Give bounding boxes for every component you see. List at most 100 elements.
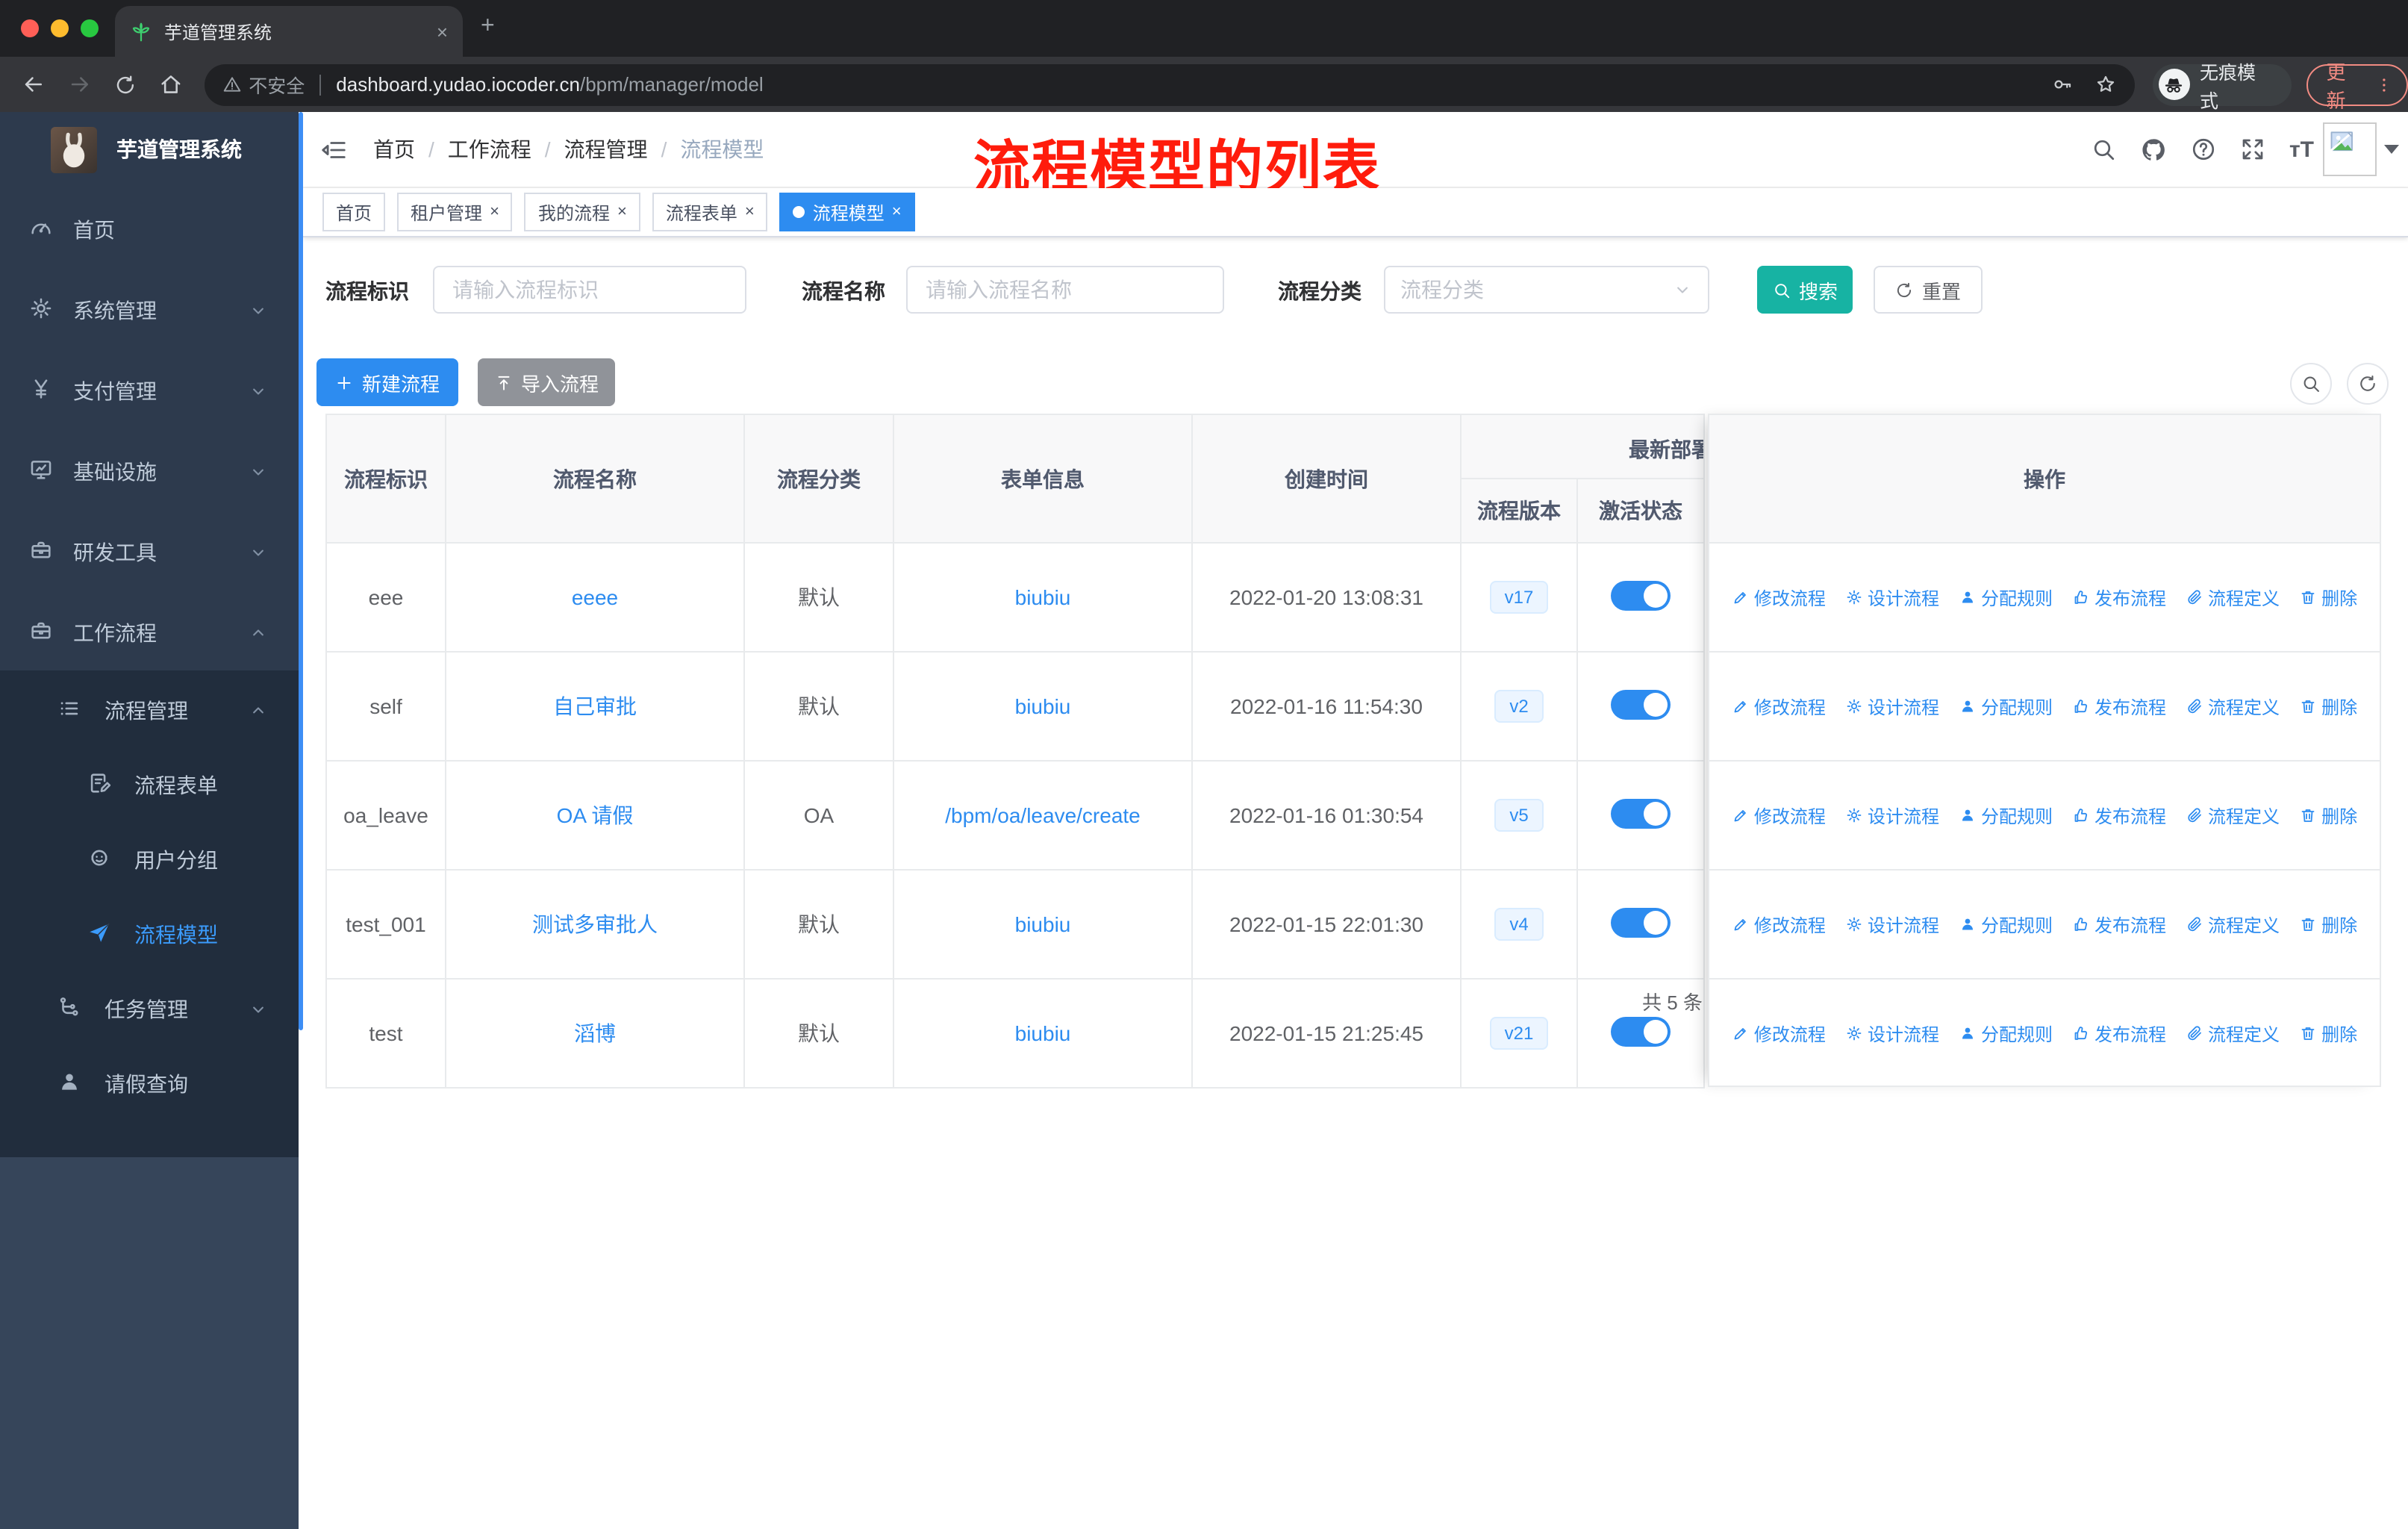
action-删除[interactable]: 删除 — [2299, 803, 2357, 828]
active-toggle[interactable] — [1611, 907, 1671, 937]
browser-tab[interactable]: 芋道管理系统 × — [115, 6, 463, 57]
action-设计流程[interactable]: 设计流程 — [1845, 1021, 1939, 1046]
sidebar-item-用户分组[interactable]: 用户分组 — [0, 820, 299, 894]
action-发布流程[interactable]: 发布流程 — [2072, 912, 2166, 937]
create-process-button[interactable]: 新建流程 — [316, 358, 458, 406]
bookmark-star-icon[interactable] — [2094, 73, 2116, 96]
back-icon[interactable] — [21, 72, 46, 97]
minimize-window-button[interactable] — [51, 19, 69, 37]
form-info-link[interactable]: biubiu — [1015, 912, 1071, 936]
tag-流程表单[interactable]: 流程表单 × — [652, 193, 768, 231]
action-删除[interactable]: 删除 — [2299, 585, 2357, 610]
help-icon[interactable] — [2191, 136, 2218, 163]
font-size-icon[interactable]: ᴛT — [2289, 137, 2314, 162]
sidebar-item-支付管理[interactable]: 支付管理 — [0, 348, 299, 429]
import-process-button[interactable]: 导入流程 — [478, 358, 615, 406]
form-info-link[interactable]: biubiu — [1015, 585, 1071, 609]
action-流程定义[interactable]: 流程定义 — [2186, 585, 2280, 610]
reset-button[interactable]: 重置 — [1874, 266, 1983, 314]
tag-流程模型[interactable]: 流程模型 × — [779, 193, 915, 231]
forward-icon[interactable] — [67, 72, 93, 97]
action-分配规则[interactable]: 分配规则 — [1959, 803, 2053, 828]
action-设计流程[interactable]: 设计流程 — [1845, 585, 1939, 610]
action-发布流程[interactable]: 发布流程 — [2072, 694, 2166, 719]
filter-id-input[interactable] — [433, 266, 746, 314]
active-toggle[interactable] — [1611, 689, 1671, 719]
menu-dots-icon[interactable] — [2374, 74, 2395, 95]
action-修改流程[interactable]: 修改流程 — [1732, 912, 1826, 937]
fullscreen-icon[interactable] — [2240, 136, 2267, 163]
show-search-toggle-button[interactable] — [2290, 363, 2332, 405]
reload-icon[interactable] — [113, 72, 137, 96]
filter-category-select[interactable]: 流程分类 — [1384, 266, 1709, 314]
home-icon[interactable] — [157, 72, 183, 97]
action-分配规则[interactable]: 分配规则 — [1959, 912, 2053, 937]
sidebar-item-流程表单[interactable]: 流程表单 — [0, 745, 299, 820]
process-name-link[interactable]: 测试多审批人 — [532, 912, 658, 936]
sidebar-item-工作流程[interactable]: 工作流程 — [0, 590, 299, 670]
process-name-link[interactable]: 自己审批 — [553, 694, 637, 718]
action-修改流程[interactable]: 修改流程 — [1732, 1021, 1826, 1046]
action-流程定义[interactable]: 流程定义 — [2186, 803, 2280, 828]
action-修改流程[interactable]: 修改流程 — [1732, 585, 1826, 610]
sidebar-item-系统管理[interactable]: 系统管理 — [0, 267, 299, 348]
action-发布流程[interactable]: 发布流程 — [2072, 803, 2166, 828]
action-设计流程[interactable]: 设计流程 — [1845, 803, 1939, 828]
sidebar-item-请假查询[interactable]: 请假查询 — [0, 1044, 299, 1118]
action-设计流程[interactable]: 设计流程 — [1845, 912, 1939, 937]
active-toggle[interactable] — [1611, 580, 1671, 610]
action-分配规则[interactable]: 分配规则 — [1959, 1021, 2053, 1046]
refresh-table-button[interactable] — [2347, 363, 2389, 405]
close-tab-icon[interactable]: × — [437, 20, 448, 43]
action-发布流程[interactable]: 发布流程 — [2072, 585, 2166, 610]
header-search-icon[interactable] — [2091, 136, 2118, 163]
collapse-sidebar-icon[interactable] — [319, 136, 348, 164]
user-avatar[interactable] — [2323, 122, 2377, 176]
security-status[interactable]: 不安全 — [222, 70, 305, 99]
tag-租户管理[interactable]: 租户管理 × — [397, 193, 513, 231]
close-tag-icon[interactable]: × — [617, 203, 627, 221]
sidebar-item-基础设施[interactable]: 基础设施 — [0, 429, 299, 509]
action-流程定义[interactable]: 流程定义 — [2186, 1021, 2280, 1046]
action-流程定义[interactable]: 流程定义 — [2186, 912, 2280, 937]
action-删除[interactable]: 删除 — [2299, 694, 2357, 719]
close-window-button[interactable] — [21, 19, 39, 37]
search-button[interactable]: 搜索 — [1757, 266, 1853, 314]
close-tag-icon[interactable]: × — [490, 203, 499, 221]
sidebar-scrollbar-thumb[interactable] — [299, 112, 303, 1030]
form-info-link[interactable]: /bpm/oa/leave/create — [945, 803, 1141, 827]
action-发布流程[interactable]: 发布流程 — [2072, 1021, 2166, 1046]
action-删除[interactable]: 删除 — [2299, 912, 2357, 937]
breadcrumb-item[interactable]: 首页 — [373, 134, 415, 164]
avatar-caret-icon[interactable] — [2384, 145, 2399, 154]
sidebar-item-流程管理[interactable]: 流程管理 — [0, 670, 299, 745]
breadcrumb-item[interactable]: 工作流程 — [448, 134, 531, 164]
action-设计流程[interactable]: 设计流程 — [1845, 694, 1939, 719]
zoom-window-button[interactable] — [81, 19, 99, 37]
action-分配规则[interactable]: 分配规则 — [1959, 585, 2053, 610]
new-tab-button[interactable]: + — [481, 14, 495, 39]
process-name-link[interactable]: OA 请假 — [557, 803, 634, 827]
sidebar-item-流程模型[interactable]: 流程模型 — [0, 894, 299, 969]
close-tag-icon[interactable]: × — [745, 203, 755, 221]
address-bar[interactable]: 不安全 dashboard.yudao.iocoder.cn/bpm/manag… — [204, 63, 2135, 105]
close-tag-icon[interactable]: × — [892, 203, 902, 221]
form-info-link[interactable]: biubiu — [1015, 1021, 1071, 1045]
breadcrumb-item[interactable]: 流程管理 — [564, 134, 648, 164]
action-分配规则[interactable]: 分配规则 — [1959, 694, 2053, 719]
process-name-link[interactable]: 滔博 — [574, 1021, 616, 1045]
process-name-link[interactable]: eeee — [572, 585, 618, 609]
sidebar-item-任务管理[interactable]: 任务管理 — [0, 969, 299, 1044]
action-流程定义[interactable]: 流程定义 — [2186, 694, 2280, 719]
action-删除[interactable]: 删除 — [2299, 1021, 2357, 1046]
github-icon[interactable] — [2140, 135, 2168, 164]
active-toggle[interactable] — [1611, 798, 1671, 828]
action-修改流程[interactable]: 修改流程 — [1732, 803, 1826, 828]
browser-update-button[interactable]: 更新 — [2306, 60, 2408, 111]
sidebar-item-首页[interactable]: 首页 — [0, 187, 299, 267]
tag-首页[interactable]: 首页 — [322, 193, 386, 231]
sidebar-item-研发工具[interactable]: 研发工具 — [0, 509, 299, 590]
tag-我的流程[interactable]: 我的流程 × — [524, 193, 640, 231]
key-icon[interactable] — [2050, 73, 2073, 96]
action-修改流程[interactable]: 修改流程 — [1732, 694, 1826, 719]
